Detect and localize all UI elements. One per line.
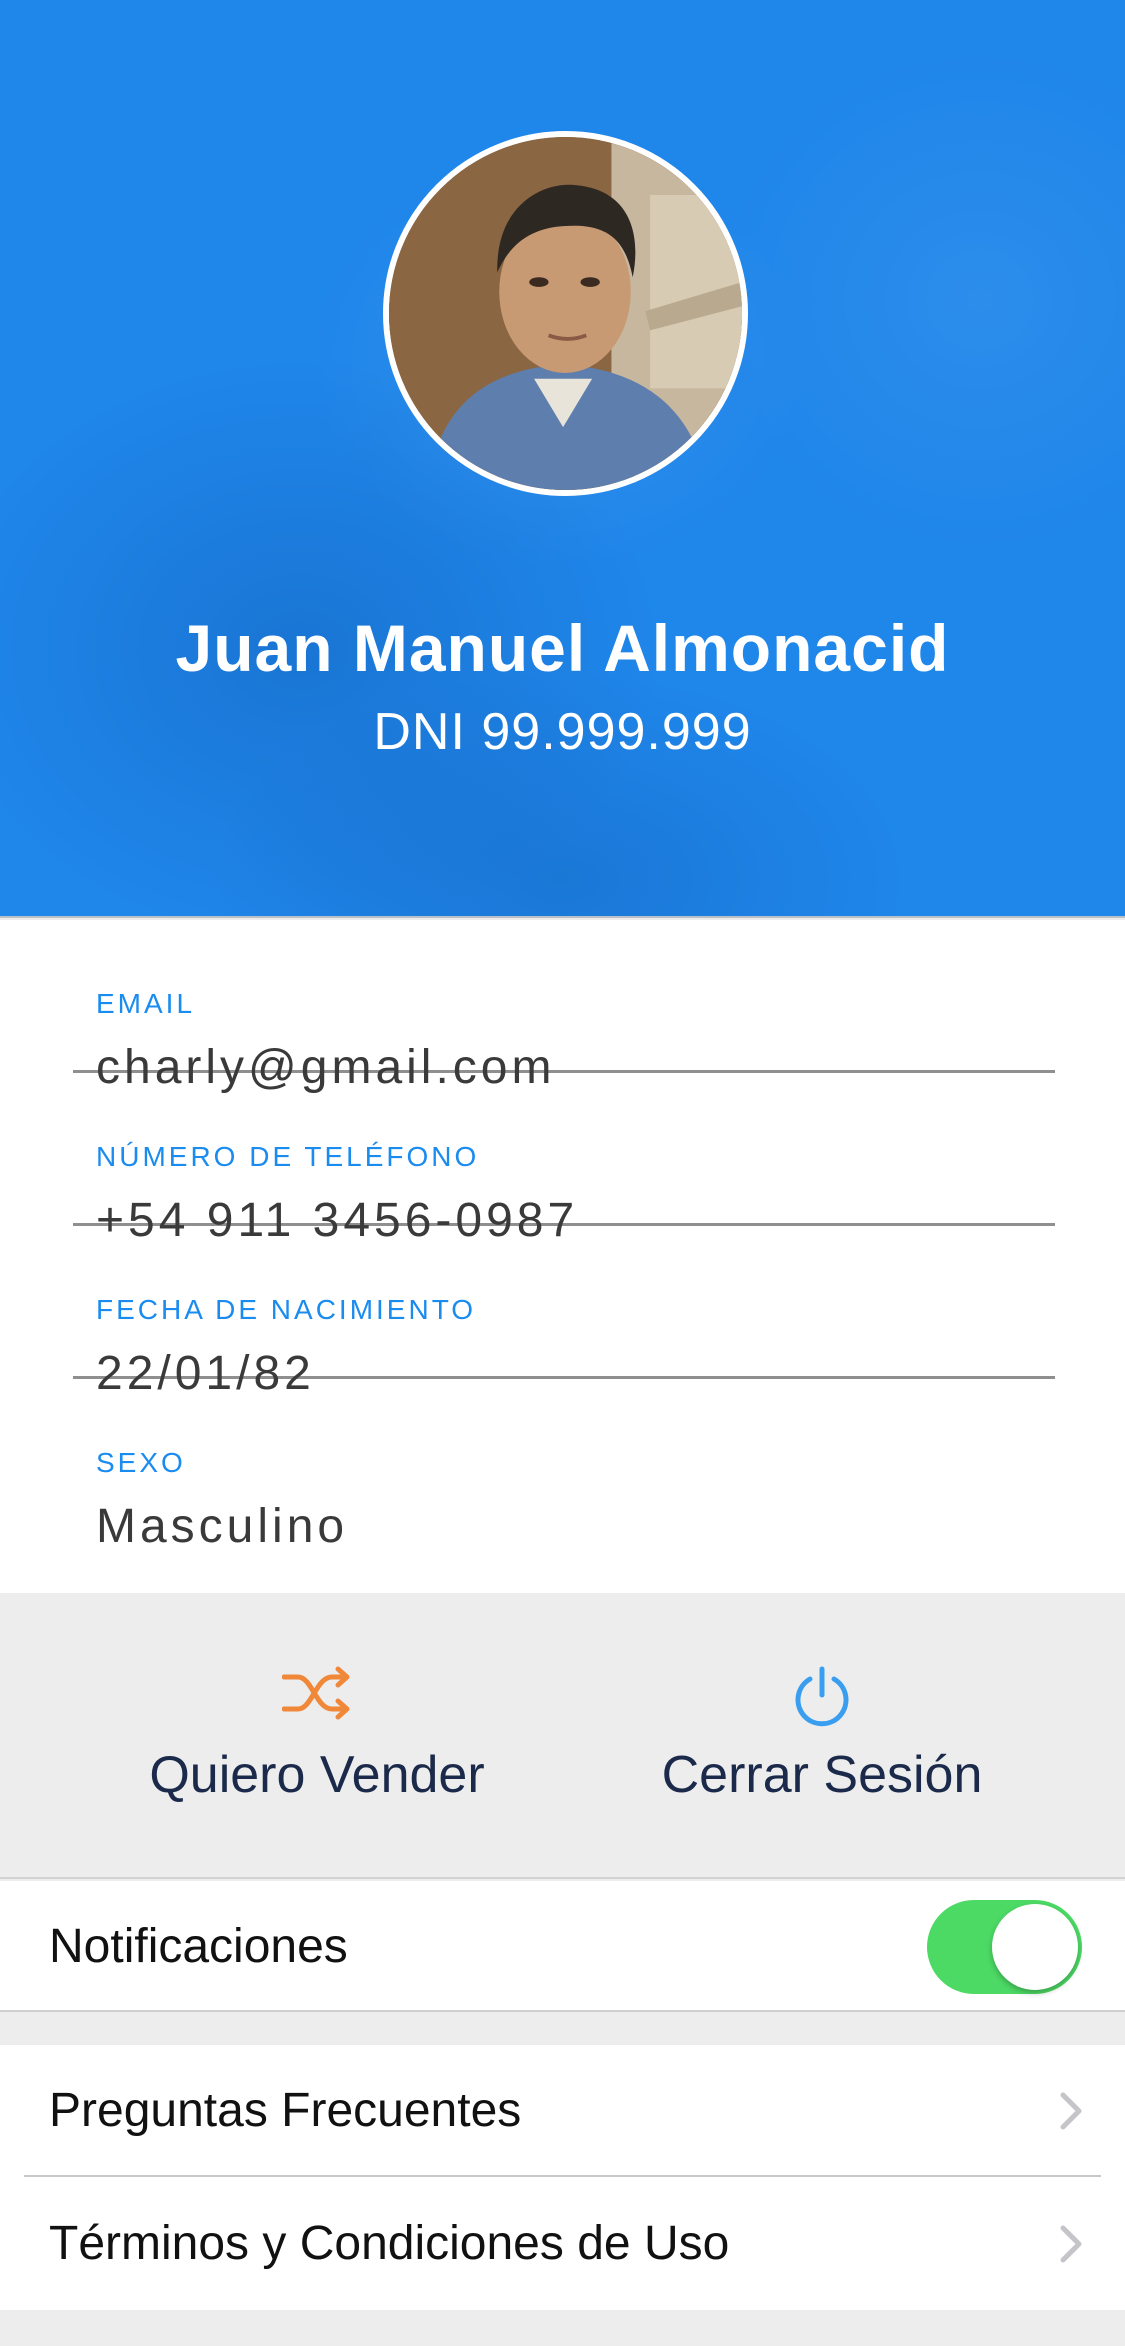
notifications-toggle[interactable] (927, 1900, 1082, 1994)
shuffle-icon (281, 1665, 352, 1726)
profile-header: Juan Manuel Almonacid DNI 99.999.999 (0, 0, 1125, 918)
email-label: EMAIL (96, 988, 196, 1019)
menu-item-faq[interactable]: Preguntas Frecuentes (0, 2045, 1125, 2177)
avatar-photo (389, 137, 742, 490)
phone-field[interactable]: NÚMERO DE TELÉFONO +54 911 3456-0987 (73, 1073, 1055, 1247)
faq-label: Preguntas Frecuentes (49, 2084, 522, 2137)
sex-label: SEXO (96, 1447, 186, 1478)
user-name: Juan Manuel Almonacid (175, 611, 950, 685)
notifications-row: Notificaciones (0, 1881, 1125, 2012)
notifications-label: Notificaciones (49, 1920, 348, 1973)
terms-label: Términos y Condiciones de Uso (49, 2217, 730, 2270)
profile-fields: EMAIL charly@gmail.com NÚMERO DE TELÉFON… (0, 920, 1125, 1593)
email-field[interactable]: EMAIL charly@gmail.com (73, 920, 1055, 1094)
logout-label: Cerrar Sesión (661, 1746, 983, 1804)
logout-button[interactable]: Cerrar Sesión (612, 1593, 1032, 1879)
phone-label: NÚMERO DE TELÉFONO (96, 1141, 480, 1172)
sex-value: Masculino (96, 1500, 349, 1553)
sex-field[interactable]: SEXO Masculino (73, 1379, 1055, 1553)
sell-label: Quiero Vender (149, 1746, 485, 1804)
settings-menu: Preguntas Frecuentes Términos y Condicio… (0, 2045, 1125, 2310)
action-bar: Quiero Vender Cerrar Sesión (0, 1593, 1125, 1879)
power-icon (790, 1665, 854, 1734)
birthdate-field[interactable]: FECHA DE NACIMIENTO 22/01/82 (73, 1226, 1055, 1400)
sell-button[interactable]: Quiero Vender (107, 1593, 527, 1879)
birthdate-label: FECHA DE NACIMIENTO (96, 1294, 477, 1325)
toggle-knob (992, 1904, 1078, 1990)
user-dni: DNI 99.999.999 (373, 703, 752, 761)
chevron-right-icon (1059, 2091, 1083, 2136)
header-divider (0, 916, 1125, 918)
chevron-right-icon (1059, 2224, 1083, 2269)
avatar[interactable] (383, 131, 748, 496)
menu-item-terms[interactable]: Términos y Condiciones de Uso (0, 2178, 1125, 2310)
